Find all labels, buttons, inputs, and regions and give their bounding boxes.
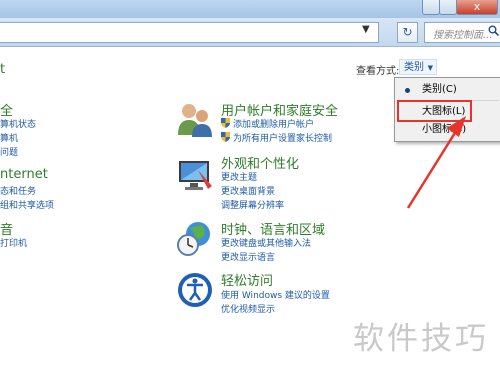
watermark-text: 软件技巧 bbox=[353, 321, 489, 357]
